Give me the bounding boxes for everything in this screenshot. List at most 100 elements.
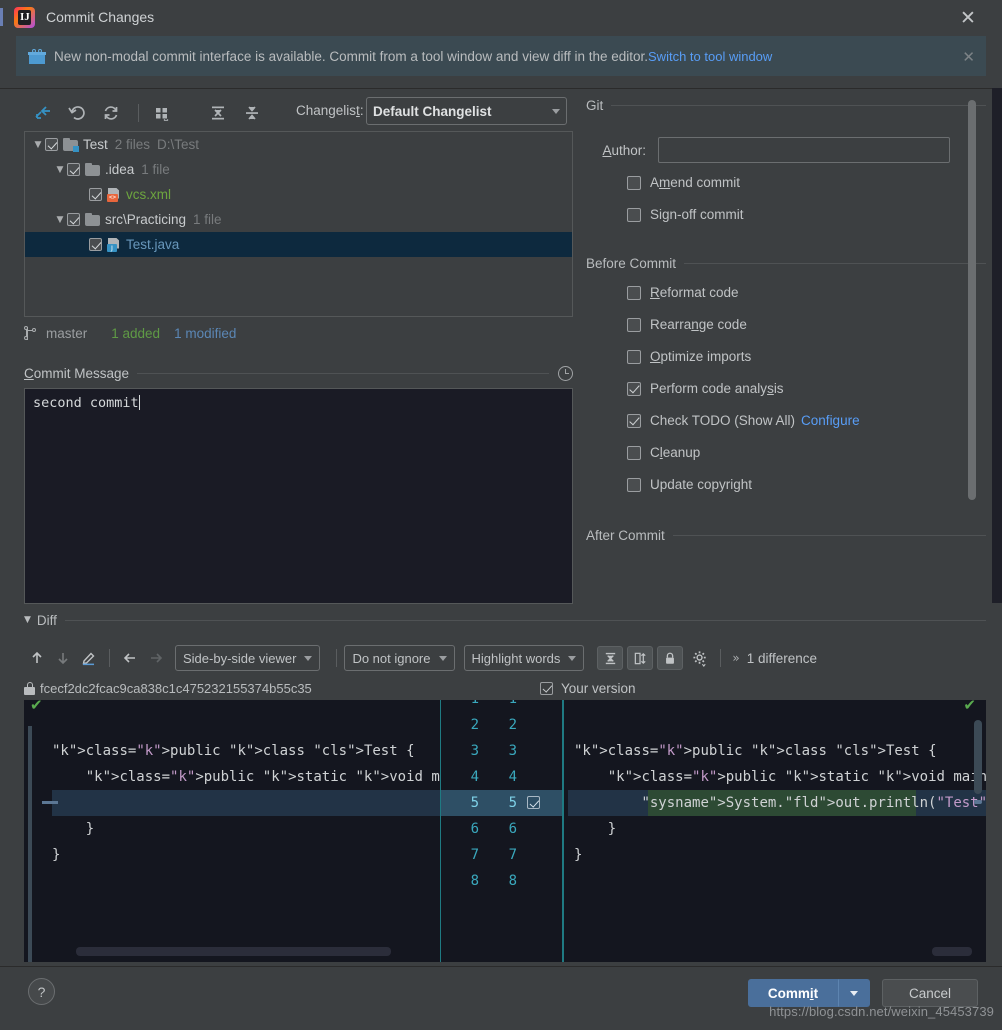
accept-change-checkbox[interactable] bbox=[527, 796, 540, 809]
commit-button-label: Commit bbox=[767, 985, 819, 1001]
arrow-right-icon[interactable] bbox=[143, 645, 169, 671]
line-number-left: 7 bbox=[470, 847, 479, 863]
close-icon[interactable]: ✕ bbox=[956, 6, 980, 30]
diff-left-pane[interactable]: ✔ "k">class="k">public "k">class "cls">Te… bbox=[24, 700, 441, 962]
commit-button[interactable]: Commit bbox=[748, 979, 838, 1007]
refresh-icon[interactable] bbox=[96, 99, 126, 127]
update-copyright-checkbox[interactable] bbox=[627, 477, 641, 492]
tree-row[interactable]: ▼ src\Practicing 1 file bbox=[25, 207, 572, 232]
collapse-unchanged-icon[interactable] bbox=[597, 646, 624, 670]
tree-row[interactable]: J Test.java bbox=[25, 232, 572, 257]
cleanup-row[interactable]: Cleanup bbox=[627, 440, 986, 465]
perform-code-analysis-row[interactable]: Perform code analysis bbox=[627, 376, 986, 401]
line-number-left: 3 bbox=[470, 743, 479, 759]
arrow-up-icon[interactable] bbox=[24, 645, 50, 671]
update-copyright-row[interactable]: Update copyright bbox=[627, 472, 986, 497]
check-todo-checkbox[interactable] bbox=[627, 413, 641, 428]
switch-to-tool-window-link[interactable]: Switch to tool window bbox=[648, 49, 772, 64]
diff-section-header[interactable]: ▼ Diff bbox=[24, 610, 986, 630]
row-checkbox[interactable] bbox=[45, 138, 58, 151]
move-to-changelist-icon[interactable] bbox=[28, 99, 58, 127]
commit-message-input[interactable]: second commit bbox=[24, 388, 573, 604]
diff-right-pane[interactable]: ✔ "k">class="k">public "k">class "cls">Te… bbox=[562, 700, 986, 962]
toolbar-separator bbox=[336, 649, 338, 667]
expand-arrow-icon[interactable]: ▼ bbox=[53, 215, 67, 225]
tree-row[interactable]: ▼ .idea 1 file bbox=[25, 157, 572, 182]
tree-row[interactable]: <> vcs.xml bbox=[25, 182, 572, 207]
expand-arrow-icon[interactable]: ▼ bbox=[53, 165, 67, 175]
after-commit-title: After Commit bbox=[586, 527, 665, 543]
arrow-down-icon[interactable] bbox=[50, 645, 76, 671]
line-number-right: 4 bbox=[508, 769, 517, 785]
banner-message: New non-modal commit interface is availa… bbox=[54, 48, 649, 64]
group-by-icon[interactable] bbox=[147, 99, 177, 127]
branch-icon bbox=[24, 325, 38, 341]
line-number-left: 2 bbox=[470, 717, 479, 733]
file-name: .idea bbox=[105, 162, 135, 177]
expand-arrow-icon[interactable]: ▼ bbox=[31, 140, 45, 150]
divider bbox=[137, 372, 549, 374]
diff-line-number-gutter[interactable]: 1 2 3 4 5 6 7 8 1 2 3 4 5 6 7 8 bbox=[441, 700, 562, 962]
viewer-mode-dropdown[interactable]: Side-by-side viewer bbox=[175, 645, 321, 671]
commit-dropdown-button[interactable] bbox=[838, 979, 870, 1007]
edit-pencil-icon[interactable] bbox=[76, 645, 102, 671]
intellij-logo-icon: IJ bbox=[14, 7, 35, 28]
file-meta: 1 file bbox=[193, 212, 222, 227]
file-meta: 1 file bbox=[141, 162, 170, 177]
right-vertical-scrollbar[interactable] bbox=[974, 720, 982, 794]
synchronize-scroll-icon[interactable] bbox=[627, 646, 654, 670]
tree-row[interactable]: ▼ Test 2 files D:\Test bbox=[25, 132, 572, 157]
row-checkbox[interactable] bbox=[89, 238, 102, 251]
diff-viewer: ✔ "k">class="k">public "k">class "cls">Te… bbox=[24, 700, 986, 962]
chevron-double-right-icon[interactable]: » bbox=[732, 651, 739, 665]
diff-left-line: "k">class="k">public "k">static "k">void… bbox=[85, 769, 441, 785]
cancel-button[interactable]: Cancel bbox=[882, 979, 978, 1007]
changelist-dropdown[interactable]: Default Changelist bbox=[366, 97, 567, 125]
highlight-mode-dropdown[interactable]: Highlight words bbox=[463, 645, 585, 671]
arrow-left-icon[interactable] bbox=[117, 645, 143, 671]
perform-code-analysis-checkbox[interactable] bbox=[627, 381, 641, 396]
lock-icon[interactable] bbox=[657, 646, 684, 670]
module-folder-icon bbox=[63, 138, 79, 152]
sign-off-commit-label: Sign-off commit bbox=[650, 207, 744, 222]
reformat-code-row[interactable]: Reformat code bbox=[627, 280, 986, 305]
help-button[interactable]: ? bbox=[28, 978, 55, 1005]
gear-icon[interactable] bbox=[687, 645, 713, 671]
left-horizontal-scrollbar[interactable] bbox=[76, 947, 391, 956]
author-row: Author: bbox=[586, 137, 986, 163]
optimize-imports-checkbox[interactable] bbox=[627, 349, 641, 364]
rollback-icon[interactable] bbox=[62, 99, 92, 127]
changed-files-tree[interactable]: ▼ Test 2 files D:\Test ▼ .idea 1 file <> vcs.xml… bbox=[24, 131, 573, 317]
right-horizontal-scrollbar[interactable] bbox=[932, 947, 972, 956]
line-number-right: 2 bbox=[508, 717, 517, 733]
cleanup-checkbox[interactable] bbox=[627, 445, 641, 460]
amend-commit-checkbox[interactable] bbox=[627, 175, 641, 190]
toolbar-separator bbox=[138, 104, 139, 122]
divider bbox=[684, 262, 986, 264]
rearrange-code-row[interactable]: Rearrange code bbox=[627, 312, 986, 337]
rearrange-code-checkbox[interactable] bbox=[627, 317, 641, 332]
row-checkbox[interactable] bbox=[67, 163, 80, 176]
row-checkbox[interactable] bbox=[67, 213, 80, 226]
line-number-left: 4 bbox=[470, 769, 479, 785]
banner-close-icon[interactable]: ✕ bbox=[962, 48, 975, 66]
options-panel-scrollbar[interactable] bbox=[968, 100, 976, 500]
watermark: https://blog.csdn.net/weixin_45453739 bbox=[769, 1004, 994, 1019]
amend-commit-row[interactable]: Amend commit bbox=[627, 170, 986, 195]
row-checkbox[interactable] bbox=[89, 188, 102, 201]
cleanup-label: Cleanup bbox=[650, 445, 701, 460]
sign-off-commit-row[interactable]: Sign-off commit bbox=[627, 202, 986, 227]
check-todo-row[interactable]: Check TODO (Show All) Configure bbox=[627, 408, 986, 433]
history-clock-icon[interactable] bbox=[558, 365, 573, 381]
configure-link[interactable]: Configure bbox=[801, 413, 860, 428]
optimize-imports-row[interactable]: Optimize imports bbox=[627, 344, 986, 369]
ignore-mode-dropdown[interactable]: Do not ignore bbox=[344, 645, 455, 671]
your-version-row[interactable]: Your version bbox=[540, 681, 636, 696]
diff-right-line: } bbox=[574, 821, 617, 837]
author-input[interactable] bbox=[658, 137, 950, 163]
reformat-code-checkbox[interactable] bbox=[627, 285, 641, 300]
your-version-checkbox[interactable] bbox=[540, 681, 553, 695]
expand-all-icon[interactable] bbox=[203, 99, 233, 127]
collapse-all-icon[interactable] bbox=[237, 99, 267, 127]
sign-off-commit-checkbox[interactable] bbox=[627, 207, 641, 222]
